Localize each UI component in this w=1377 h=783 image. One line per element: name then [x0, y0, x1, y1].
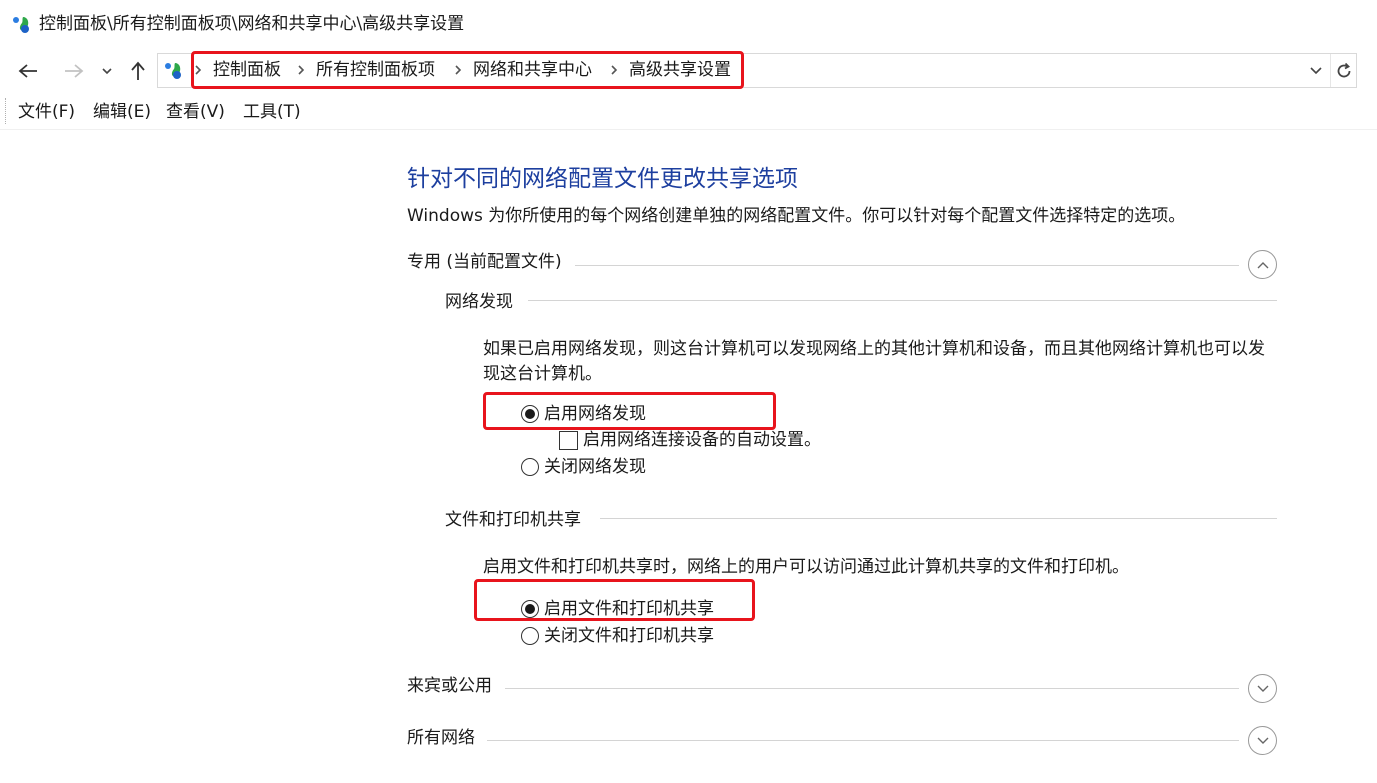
menu-grip	[5, 98, 7, 124]
turn-off-network-discovery-radio[interactable]	[521, 458, 539, 476]
profile-guest-public-title[interactable]: 来宾或公用	[407, 674, 500, 698]
menu-file[interactable]: 文件(F)	[18, 100, 75, 124]
subsection-divider	[600, 518, 1277, 519]
chevron-down-icon	[102, 68, 112, 75]
network-center-icon	[13, 17, 29, 33]
file-printer-sharing-highlight-box	[474, 579, 755, 621]
auto-setup-option[interactable]: 启用网络连接设备的自动设置。	[559, 428, 821, 452]
page-title: 针对不同的网络配置文件更改共享选项	[407, 166, 798, 192]
chevron-down-icon	[1257, 685, 1268, 692]
turn-off-network-discovery-option[interactable]: 关闭网络发现	[521, 455, 646, 479]
network-discovery-description: 如果已启用网络发现，则这台计算机可以发现网络上的其他计算机和设备，而且其他网络计…	[483, 339, 1265, 384]
arrow-right-icon	[65, 64, 84, 78]
breadcrumb-highlight-box	[191, 51, 744, 89]
up-button[interactable]	[126, 58, 150, 84]
page-intro: Windows 为你所使用的每个网络创建单独的网络配置文件。你可以针对每个配置文…	[407, 206, 1186, 226]
chevron-down-icon	[1310, 67, 1322, 75]
profile-private-title[interactable]: 专用 (当前配置文件)	[407, 250, 570, 274]
arrow-up-icon	[131, 61, 145, 80]
window-title: 控制面板\所有控制面板项\网络和共享中心\高级共享设置	[39, 14, 465, 34]
profile-private-collapse-button[interactable]	[1248, 250, 1277, 279]
recent-locations-button[interactable]	[98, 58, 116, 84]
chevron-down-icon	[1257, 737, 1268, 744]
turn-off-file-printer-sharing-label[interactable]: 关闭文件和打印机共享	[544, 624, 714, 648]
turn-off-file-printer-sharing-radio[interactable]	[521, 627, 539, 645]
file-printer-sharing-description: 启用文件和打印机共享时，网络上的用户可以访问通过此计算机共享的文件和打印机。	[483, 557, 1129, 577]
auto-setup-checkbox[interactable]	[559, 430, 578, 450]
menu-tools[interactable]: 工具(T)	[243, 100, 301, 124]
title-bar: 控制面板\所有控制面板项\网络和共享中心\高级共享设置	[0, 0, 1377, 48]
section-divider	[487, 740, 1239, 741]
turn-off-network-discovery-label[interactable]: 关闭网络发现	[544, 455, 646, 479]
network-discovery-highlight-box	[483, 392, 776, 430]
forward-button[interactable]	[60, 58, 88, 84]
address-history-button[interactable]	[1305, 58, 1327, 84]
turn-off-file-printer-sharing-option[interactable]: 关闭文件和打印机共享	[521, 624, 714, 648]
menu-edit[interactable]: 编辑(E)	[93, 100, 151, 124]
chevron-up-icon	[1257, 261, 1268, 268]
subsection-divider	[528, 300, 1277, 301]
profile-guest-public-expand-button[interactable]	[1248, 674, 1277, 703]
network-discovery-title: 网络发现	[445, 290, 521, 314]
refresh-button[interactable]	[1330, 54, 1357, 87]
network-center-icon	[165, 63, 181, 79]
profile-all-networks-expand-button[interactable]	[1248, 726, 1277, 755]
section-divider	[505, 688, 1239, 689]
auto-setup-label[interactable]: 启用网络连接设备的自动设置。	[583, 428, 821, 452]
menu-view[interactable]: 查看(V)	[166, 100, 225, 124]
refresh-icon	[1337, 62, 1351, 77]
arrow-left-icon	[18, 64, 37, 78]
back-button[interactable]	[14, 58, 42, 84]
section-divider	[575, 265, 1239, 266]
file-printer-sharing-title: 文件和打印机共享	[445, 508, 589, 532]
profile-all-networks-title[interactable]: 所有网络	[407, 726, 483, 750]
